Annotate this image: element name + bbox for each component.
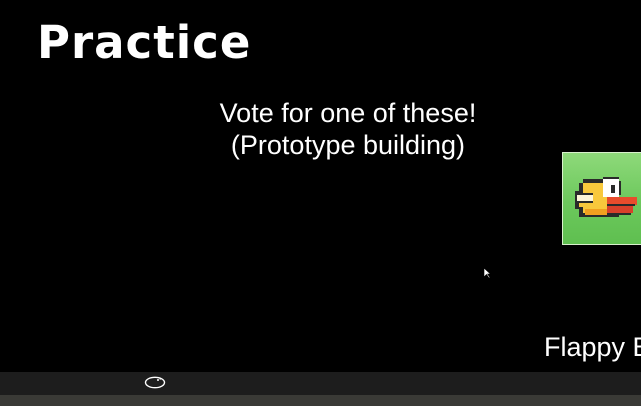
mouse-cursor-icon — [483, 267, 491, 279]
cloud-icon[interactable] — [144, 375, 166, 389]
flappy-bird-label[interactable]: Flappy B — [544, 331, 641, 363]
prototype-note: (Prototype building) — [230, 130, 466, 160]
flappy-bird-icon — [575, 177, 637, 217]
flappy-bird-tile[interactable] — [562, 152, 641, 245]
presentation-screen: Practice Vote for one of these! (Prototy… — [0, 0, 641, 406]
page-title: Practice — [37, 16, 252, 69]
taskbar-edge — [0, 395, 641, 406]
taskbar — [0, 372, 641, 395]
vote-prompt: Vote for one of these! — [219, 98, 477, 128]
